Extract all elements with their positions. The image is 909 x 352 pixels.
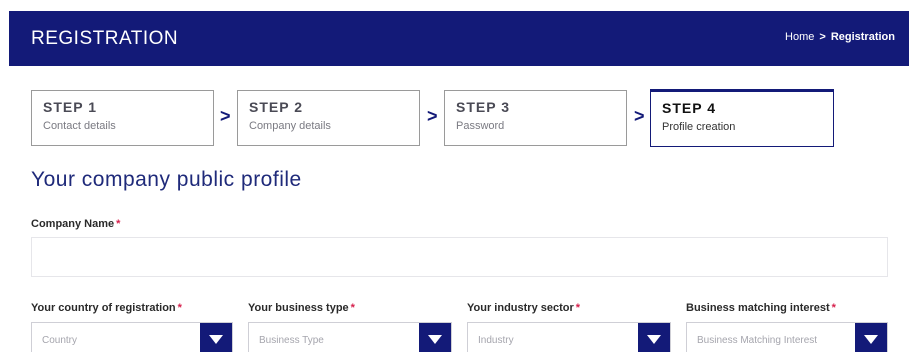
caret-down-icon[interactable]: [855, 323, 887, 352]
breadcrumb-separator: >: [819, 31, 826, 43]
step-label: Contact details: [43, 120, 116, 132]
select-placeholder: Industry: [478, 335, 514, 346]
page-title: REGISTRATION: [31, 28, 179, 49]
industry-sector-select[interactable]: Industry: [467, 322, 671, 352]
breadcrumb-home-link[interactable]: Home: [785, 31, 814, 43]
caret-down-icon[interactable]: [200, 323, 232, 352]
chevron-right-icon: >: [427, 106, 438, 126]
chevron-right-icon: >: [220, 106, 231, 126]
company-name-input[interactable]: [31, 237, 888, 277]
step-number: STEP 4: [662, 100, 716, 116]
industry-sector-label: Your industry sector *: [467, 302, 580, 314]
step-label: Profile creation: [662, 121, 736, 133]
required-marker: *: [177, 302, 182, 314]
step-number: STEP 1: [43, 99, 97, 115]
business-type-label: Your business type *: [248, 302, 355, 314]
country-label: Your country of registration *: [31, 302, 182, 314]
required-marker: *: [116, 218, 121, 230]
company-name-label: Company Name *: [31, 218, 120, 230]
step-3[interactable]: STEP 3 Password: [444, 90, 627, 146]
step-label: Company details: [249, 120, 331, 132]
select-placeholder: Business Type: [259, 335, 324, 346]
chevron-right-icon: >: [634, 106, 645, 126]
matching-interest-label: Business matching interest *: [686, 302, 836, 314]
breadcrumb: Home > Registration: [785, 31, 895, 43]
select-placeholder: Country: [42, 335, 78, 346]
required-marker: *: [575, 302, 581, 314]
label-text: Your business type: [248, 302, 349, 314]
label-text: Business matching interest: [686, 302, 830, 314]
label-text: Company Name: [31, 218, 115, 230]
select-placeholder: Business Matching Interest: [697, 335, 818, 346]
required-marker: *: [350, 302, 355, 314]
label-text: Your country of registration: [31, 302, 176, 314]
business-type-select[interactable]: Business Type: [248, 322, 452, 352]
label-text: Your industry sector: [467, 302, 574, 314]
caret-down-icon[interactable]: [419, 323, 451, 352]
step-number: STEP 2: [249, 99, 303, 115]
step-number: STEP 3: [456, 99, 510, 115]
required-marker: *: [831, 302, 836, 314]
step-4-active[interactable]: STEP 4 Profile creation: [650, 89, 834, 147]
step-2[interactable]: STEP 2 Company details: [237, 90, 420, 146]
breadcrumb-current: Registration: [830, 31, 895, 43]
country-select[interactable]: Country: [31, 322, 233, 352]
step-label: Password: [456, 120, 505, 132]
caret-down-icon[interactable]: [638, 323, 670, 352]
step-1[interactable]: STEP 1 Contact details: [31, 90, 214, 146]
page-header: REGISTRATION Home > Registration: [9, 11, 909, 66]
matching-interest-select[interactable]: Business Matching Interest: [686, 322, 888, 352]
section-title: Your company public profile: [31, 168, 302, 191]
